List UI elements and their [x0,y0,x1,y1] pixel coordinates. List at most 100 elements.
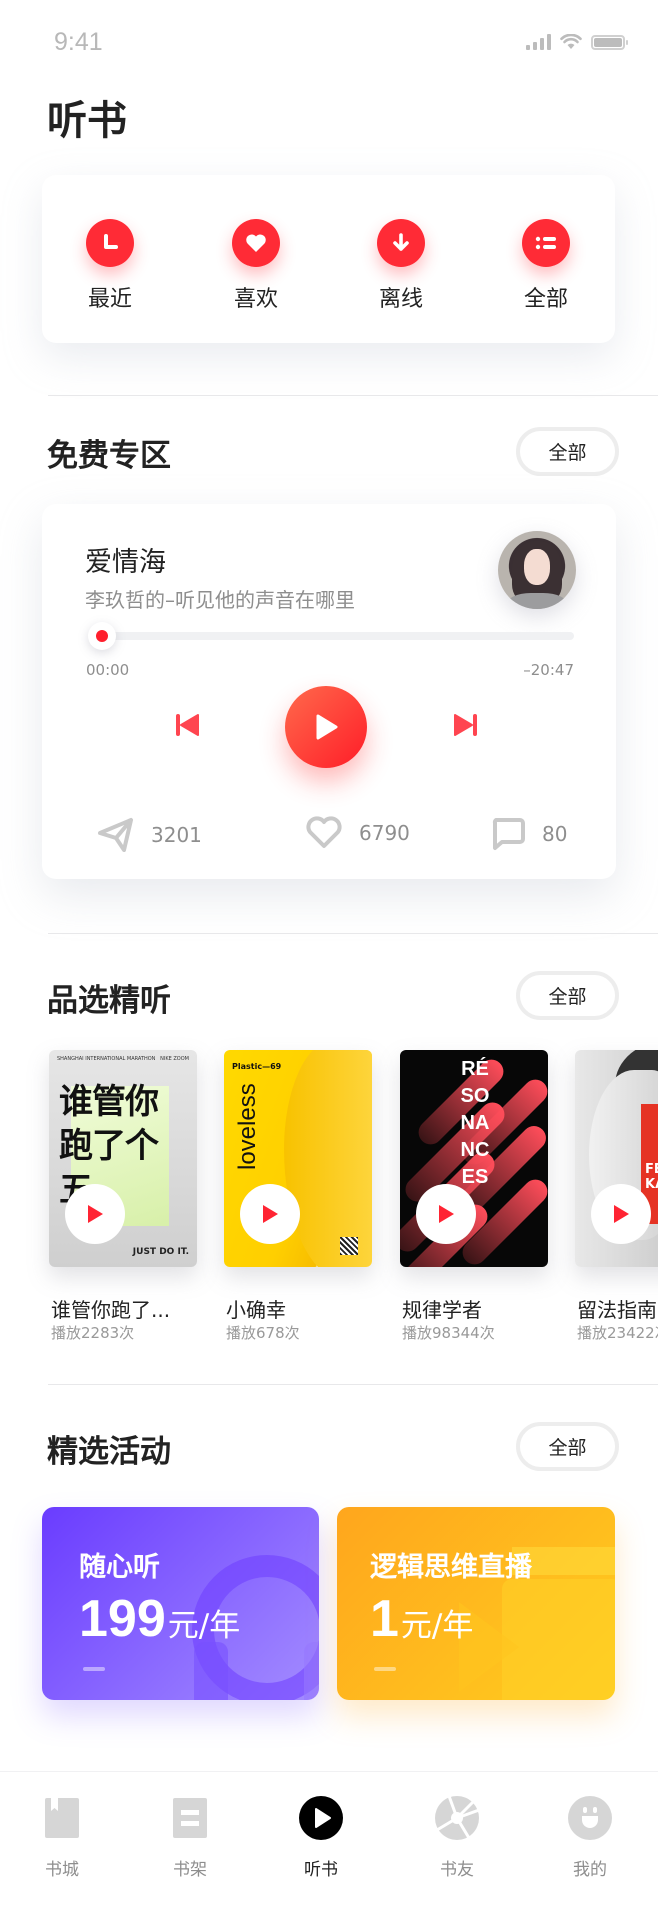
book-card[interactable]: FES KAR 留法指南 播放23422次 [575,1050,658,1342]
wifi-icon [560,34,582,49]
progress-bar[interactable] [87,622,574,650]
quick-actions-card: 最近 喜欢 离线 全部 [42,175,615,343]
event-title: 逻辑思维直播 [370,1552,532,1583]
song-subtitle: 李玖哲的–听见他的声音在哪里 [85,588,355,612]
page-title: 听书 [47,98,127,144]
cover-play-button[interactable] [240,1184,300,1244]
book-cover[interactable]: Plastic—69 loveless [224,1050,372,1267]
tab-audiobooks[interactable]: 听书 [271,1772,371,1892]
previous-button[interactable] [173,711,201,739]
book-play-count: 播放678次 [226,1324,300,1342]
event-dash [374,1667,396,1671]
play-circle-icon [299,1796,343,1840]
cover-play-button[interactable] [591,1184,651,1244]
aperture-icon [435,1796,479,1840]
book-title[interactable]: 谁管你跑了... [51,1294,170,1323]
tab-bookstore[interactable]: 书城 [12,1772,112,1892]
event-dash [83,1667,105,1671]
play-icon [614,1205,629,1223]
book-cover[interactable]: FES KAR [575,1050,658,1267]
book-card[interactable]: Plastic—69 loveless 小确幸 播放678次 [224,1050,372,1342]
tab-label: 听书 [304,1860,338,1880]
book-title[interactable]: 规律学者 [402,1294,482,1323]
quick-action-label: 全部 [523,287,568,312]
share-count: 3201 [151,823,202,847]
like-stat[interactable]: 6790 [305,816,410,850]
skip-previous-icon [176,714,199,736]
featured-section-more-button[interactable]: 全部 [516,971,619,1020]
event-card-livestream[interactable]: 逻辑思维直播 1 元/年 [337,1507,615,1700]
quick-action-recent[interactable]: 最近 [55,175,165,343]
event-price: 1 元/年 [370,1590,474,1648]
book-title[interactable]: 小确幸 [226,1294,286,1323]
list-icon [522,219,570,267]
book-title[interactable]: 留法指南 [577,1294,657,1323]
section-divider [48,395,658,396]
section-title-featured: 品选精听 [47,983,171,1019]
quick-action-favorites[interactable]: 喜欢 [201,175,311,343]
status-icons [526,34,628,50]
book-play-count: 播放98344次 [402,1324,495,1342]
next-button[interactable] [452,711,480,739]
book-cover[interactable]: RÉSONANCES [400,1050,548,1267]
book-play-count: 播放23422次 [577,1324,658,1342]
cover-play-button[interactable] [416,1184,476,1244]
quick-action-label: 喜欢 [233,287,278,312]
events-section-more-button[interactable]: 全部 [516,1422,619,1471]
download-icon [377,219,425,267]
free-section-more-button[interactable]: 全部 [516,427,619,476]
tab-label: 书友 [440,1860,474,1880]
tab-friends[interactable]: 书友 [407,1772,507,1892]
section-title-free: 免费专区 [47,438,171,474]
tab-label: 书城 [45,1860,79,1880]
book-carousel: SHANGHAI INTERNATIONAL MARATHON NIKE ZOOM… [0,1050,658,1350]
skip-next-icon [454,714,477,736]
book-play-count: 播放2283次 [51,1324,135,1342]
comment-stat[interactable]: 80 [490,816,567,852]
section-divider [48,1384,658,1385]
song-title: 爱情海 [85,547,166,578]
play-icon [263,1205,278,1223]
book-cover[interactable]: SHANGHAI INTERNATIONAL MARATHON NIKE ZOOM… [49,1050,197,1267]
section-title-events: 精选活动 [47,1434,171,1470]
share-stat[interactable]: 3201 [97,816,202,854]
comment-count: 80 [542,822,568,846]
heart-outline-icon [306,816,342,848]
tab-profile[interactable]: 我的 [540,1772,640,1892]
status-time: 9:41 [54,28,103,56]
play-icon [316,714,338,740]
section-divider [48,933,658,934]
event-card-membership[interactable]: 随心听 199 元/年 [42,1507,319,1700]
tab-bar: 书城 书架 听书 书友 我的 [0,1771,658,1920]
event-price: 199 元/年 [79,1590,241,1648]
time-remaining: –20:47 [523,661,574,679]
book-card[interactable]: RÉSONANCES 规律学者 播放98344次 [400,1050,548,1342]
battery-icon [591,35,628,50]
tab-label: 我的 [573,1860,607,1880]
cover-play-button[interactable] [65,1184,125,1244]
play-icon [439,1205,454,1223]
comment-icon [492,818,525,850]
bookshelf-icon [168,1796,212,1840]
quick-action-all[interactable]: 全部 [491,175,601,343]
event-title: 随心听 [79,1552,160,1583]
quick-action-label: 离线 [378,287,423,312]
quick-action-label: 最近 [87,287,132,312]
quick-action-offline[interactable]: 离线 [346,175,456,343]
signal-icon [526,34,551,50]
progress-knob[interactable] [87,622,116,650]
player-card: 爱情海 李玖哲的–听见他的声音在哪里 00:00 –20:47 3201 679… [42,504,616,879]
artist-avatar[interactable] [498,531,576,609]
like-count: 6790 [359,821,410,845]
heart-icon [232,219,280,267]
share-icon [98,818,133,852]
book-card[interactable]: SHANGHAI INTERNATIONAL MARATHON NIKE ZOOM… [49,1050,197,1342]
tab-bookshelf[interactable]: 书架 [140,1772,240,1892]
smiley-icon [568,1796,612,1840]
time-elapsed: 00:00 [86,661,130,679]
tab-label: 书架 [173,1860,207,1880]
clock-icon [86,219,134,267]
play-icon [88,1205,103,1223]
bookstore-icon [40,1796,84,1840]
play-button[interactable] [285,686,367,768]
